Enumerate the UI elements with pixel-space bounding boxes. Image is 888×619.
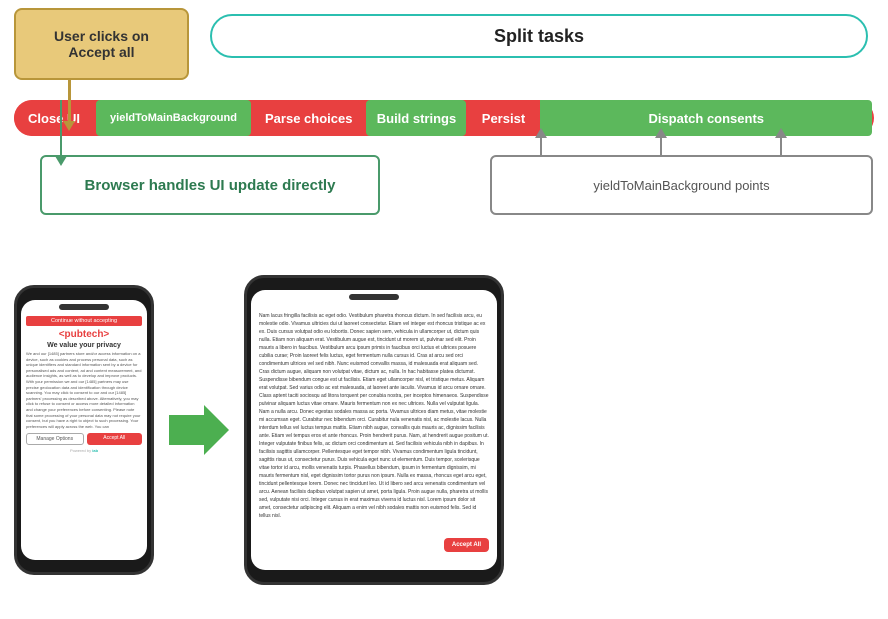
browser-ui-label: Browser handles UI update directly [85,177,336,194]
split-tasks-label: Split tasks [494,26,584,47]
yield-arrow-1 [540,136,542,156]
phone-notch-2 [349,294,399,300]
phones-area: Continue without accepting <pubtech> We … [14,260,874,600]
manage-options-button[interactable]: Manage Options [26,433,84,445]
segment-persist: Persist [468,100,538,136]
phone-2: Nam lacus fringilla facilisis ac eget od… [244,275,504,585]
yield-points-label: yieldToMainBackground points [593,178,769,193]
phone-1: Continue without accepting <pubtech> We … [14,285,154,575]
phone-screen-1: Continue without accepting <pubtech> We … [21,300,147,560]
yield-arrow-2 [660,136,662,156]
privacy-heading: We value your privacy [26,342,142,349]
phone-screen-2: Nam lacus fringilla facilisis ac eget od… [251,290,497,570]
arrow-svg [169,405,229,455]
segment-build-strings: Build strings [366,100,466,136]
transition-arrow [164,405,234,455]
accept-all-button[interactable]: Accept All [87,433,143,445]
consent-buttons: Manage Options Accept All [26,433,142,445]
segment-yield-1: yieldToMainBackground [96,100,251,136]
segment-parse-choices: Parse choices [253,100,364,136]
yield-points-box: yieldToMainBackground points [490,155,873,215]
diagram-area: User clicks on Accept all Split tasks Cl… [0,0,888,280]
accept-all-overlay[interactable]: Accept All [444,538,489,552]
consent-body: We and our [1485] partners store and/or … [26,351,142,429]
user-clicks-box: User clicks on Accept all [14,8,189,80]
user-clicks-label: User clicks on Accept all [54,28,149,60]
browser-ui-box: Browser handles UI update directly [40,155,380,215]
segment-close-ui: Close UI [14,100,94,136]
segment-dispatch-consents: Dispatch consents [540,100,872,136]
user-arrow-down [68,78,71,123]
consent-top-bar: Continue without accepting [26,316,142,326]
article-text: Nam lacus fringilla facilisis ac eget od… [251,304,497,570]
consent-footer: Powered by iab [26,448,142,453]
yield-arrow-3 [780,136,782,156]
split-tasks-pill: Split tasks [210,14,868,58]
consent-screen: Continue without accepting <pubtech> We … [21,310,147,459]
arrow-browser-ui [60,100,62,158]
pipeline-bar: Close UI yieldToMainBackground Parse cho… [14,100,874,136]
pubtech-logo: <pubtech> [26,329,142,340]
